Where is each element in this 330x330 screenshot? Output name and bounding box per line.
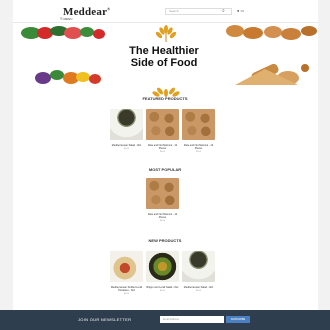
- product-card[interactable]: Mediterranean Salad - 8oz $0.00: [182, 251, 215, 292]
- hero-title: The Healthier Side of Food: [110, 45, 218, 69]
- search-icon[interactable]: ⌕: [222, 8, 225, 14]
- product-image[interactable]: [146, 178, 179, 209]
- header-icons: ● ▭: [237, 8, 244, 13]
- product-name[interactable]: Bulgur and Lentil Salad - 8oz: [146, 286, 179, 289]
- newsletter-bar: JOIN OUR NEWSLETTER Email Address SUBSCR…: [0, 310, 330, 330]
- product-image[interactable]: [182, 251, 215, 282]
- product-price: $0.00: [123, 293, 129, 295]
- product-image[interactable]: [110, 251, 143, 282]
- user-icon[interactable]: ●: [237, 8, 239, 13]
- menu-button[interactable]: ☰ MENU: [60, 17, 72, 21]
- product-name[interactable]: Mediterranean Salad - 8oz: [182, 286, 215, 289]
- vegetable-illustration-bottom-left: [35, 70, 101, 84]
- fruit-illustration-top-left: [21, 26, 105, 39]
- hero-title-line2: Side of Food: [130, 57, 198, 69]
- subscribe-button[interactable]: SUBSCRIBE: [226, 316, 250, 323]
- bread-illustration-top-right: [226, 25, 317, 40]
- product-price: $0.00: [123, 148, 129, 150]
- logo-registered-mark: ®: [107, 6, 111, 12]
- featured-products-title: FEATURED PRODUCTS: [142, 96, 188, 101]
- product-image[interactable]: [146, 251, 179, 282]
- most-popular-title: MOST POPULAR: [148, 167, 182, 172]
- product-card[interactable]: Mediterranean Salad - 8oz $0.00: [110, 109, 143, 150]
- product-name[interactable]: Date and Nut Mamoul - 12 Pieces: [146, 213, 179, 219]
- product-card[interactable]: Date and Nut Mamoul - 12 Pieces $0.00: [182, 109, 215, 153]
- newsletter-label: JOIN OUR NEWSLETTER: [78, 317, 132, 322]
- product-card[interactable]: Date and Nut Mamoul - 12 Pieces $0.00: [146, 178, 179, 222]
- product-card[interactable]: Bulgur and Lentil Salad - 8oz $0.00: [146, 251, 179, 292]
- product-name[interactable]: Date and Nut Mamoul - 12 Pieces: [146, 144, 179, 150]
- newsletter-email-input[interactable]: Email Address: [160, 316, 224, 323]
- product-image[interactable]: [110, 109, 143, 140]
- product-name[interactable]: Mediterranean Salad - 8oz: [110, 144, 143, 147]
- product-card[interactable]: Mediterranean Stuffed Lentil Tomatoes - …: [110, 251, 143, 295]
- hero-title-line1: The Healthier: [129, 45, 199, 57]
- product-price: $0.00: [159, 290, 165, 292]
- product-name[interactable]: Mediterranean Stuffed Lentil Tomatoes - …: [110, 286, 143, 292]
- product-name[interactable]: Date and Nut Mamoul - 12 Pieces: [182, 144, 215, 150]
- new-products-title: NEW PRODUCTS: [148, 238, 182, 243]
- product-price: $0.00: [159, 151, 165, 153]
- product-price: $0.00: [195, 151, 201, 153]
- cart-icon[interactable]: ▭: [241, 8, 245, 13]
- product-image[interactable]: [146, 109, 179, 140]
- wheat-icon: [155, 25, 177, 42]
- baking-illustration-bottom-right: [235, 63, 309, 85]
- product-image[interactable]: [182, 109, 215, 140]
- product-card[interactable]: Date and Nut Mamoul - 12 Pieces $0.00: [146, 109, 179, 153]
- product-price: $0.00: [195, 290, 201, 292]
- product-price: $0.00: [159, 220, 165, 222]
